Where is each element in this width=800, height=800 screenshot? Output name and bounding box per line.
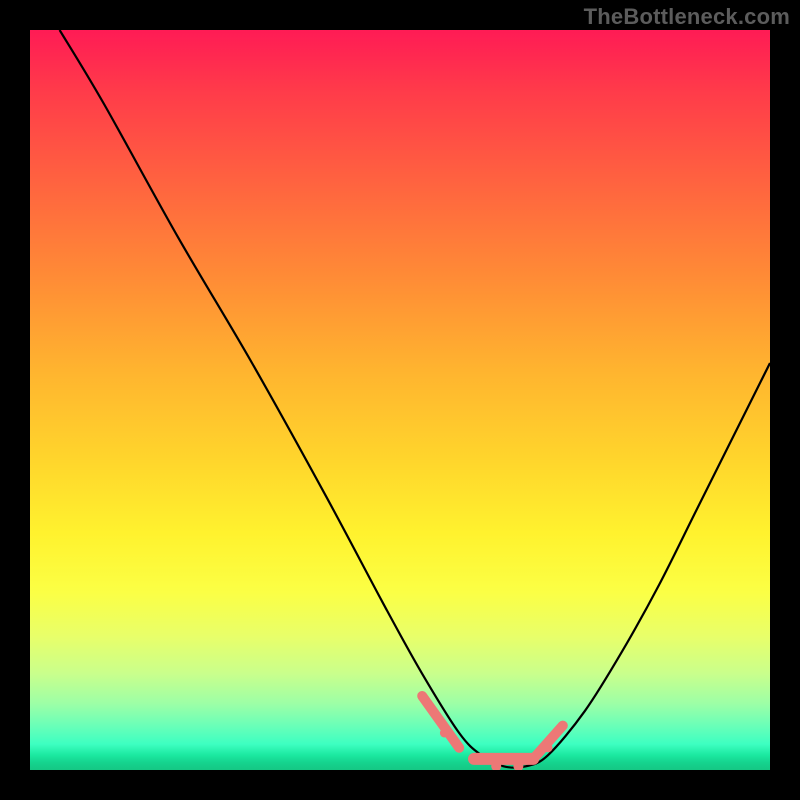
marker-dot [440, 729, 449, 738]
marker-dot [456, 744, 463, 751]
marker-dot [418, 692, 427, 701]
marker-dot [544, 743, 553, 752]
marker-dot [558, 721, 567, 730]
bottleneck-curve-svg [30, 30, 770, 770]
chart-frame: TheBottleneck.com [0, 0, 800, 800]
optimal-range-segments [422, 696, 563, 759]
marker-dot [529, 755, 537, 763]
watermark-text: TheBottleneck.com [584, 4, 790, 30]
plot-area [30, 30, 770, 770]
bottleneck-curve-path [60, 30, 770, 768]
marker-dot [471, 755, 478, 762]
